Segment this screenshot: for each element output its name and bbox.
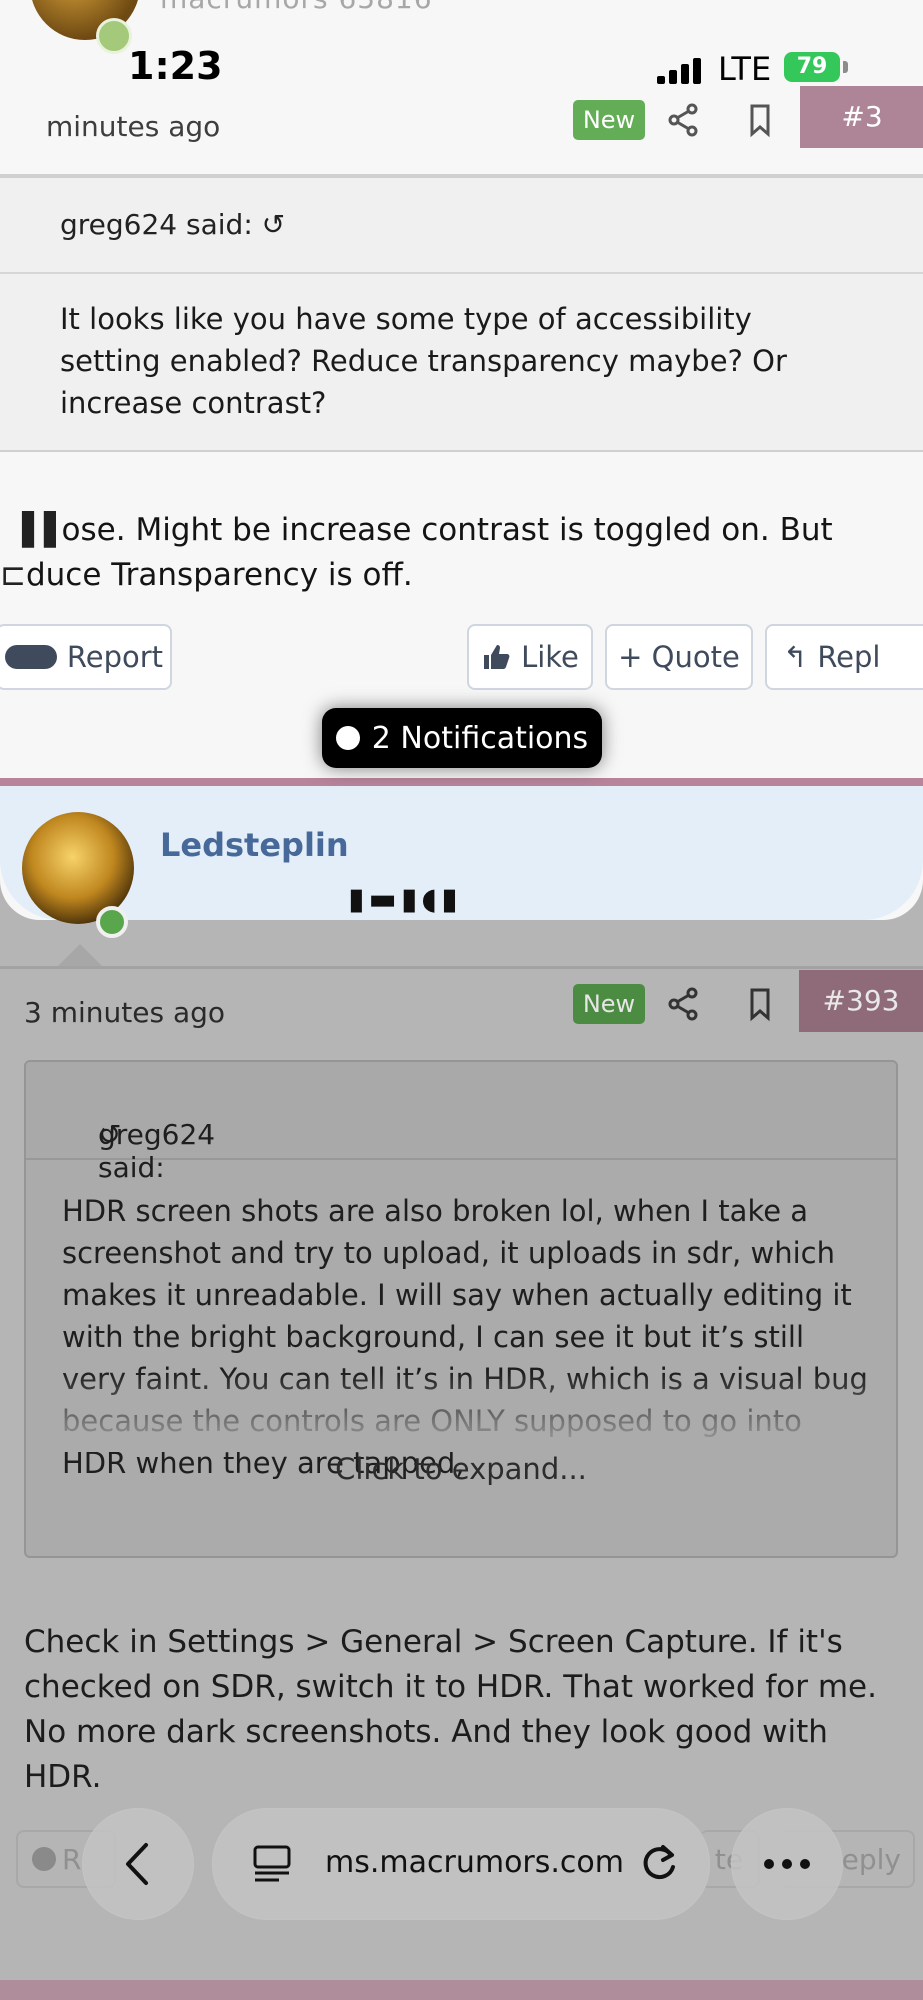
post-body-line2: duce Transparency is off. <box>25 557 413 593</box>
expand-quote-link[interactable]: Click to expand... <box>26 1452 896 1486</box>
battery-icon: 79 <box>784 52 840 82</box>
status-bar: 1:23 LTE 79 <box>0 0 923 88</box>
status-time: 1:23 <box>128 44 223 88</box>
glitched-overlay-region: macrumors 65816 1:23 LTE 79 minutes ago … <box>0 0 923 920</box>
share-icon[interactable] <box>664 100 704 140</box>
next-post-bar <box>0 1980 923 2000</box>
like-button[interactable]: Like <box>467 624 593 690</box>
user-title: ▮▬▮◖▮ <box>348 882 462 917</box>
quote-author: greg624 said: <box>60 208 253 241</box>
post-time: 3 minutes ago <box>24 996 226 1029</box>
post-body: Check in Settings > General > Screen Cap… <box>24 1624 877 1795</box>
notifications-pill[interactable]: 2 Notifications <box>322 708 602 768</box>
back-button[interactable] <box>82 1808 194 1920</box>
like-label: Like <box>521 640 579 674</box>
quote-text: It looks like you have some type of acce… <box>60 302 787 420</box>
address-bar[interactable]: ms.macrumors.com <box>212 1808 710 1920</box>
report-icon <box>4 645 57 669</box>
quote-fade <box>26 1372 896 1452</box>
reply-label: Repl <box>817 640 881 674</box>
url-text: ms.macrumors.com <box>325 1845 624 1880</box>
jump-to-quote-icon[interactable]: ↺ <box>98 1118 121 1151</box>
new-badge: New <box>573 100 645 140</box>
network-type: LTE <box>718 50 772 88</box>
post-meta-row: 3 minutes ago New #393 <box>0 970 923 1060</box>
chevron-left-icon <box>126 1843 148 1885</box>
quote-block: greg624 said: ↺ HDR screen shots are als… <box>24 1060 898 1558</box>
post-meta-row: minutes ago New #3 <box>0 86 923 176</box>
reply-label: eply <box>841 1842 901 1876</box>
reply-button[interactable]: ↰ Repl <box>765 624 923 690</box>
battery-level: 79 <box>796 54 828 79</box>
divider <box>0 966 923 969</box>
notification-dot-icon <box>335 726 360 750</box>
warning-icon <box>32 1847 56 1871</box>
share-icon[interactable] <box>664 984 704 1024</box>
report-label: R <box>62 1842 82 1876</box>
new-badge: New <box>573 984 645 1024</box>
battery-nub <box>843 61 848 73</box>
user-card: Ledsteplin ▮▬▮◖▮ <box>0 778 923 920</box>
post-body-line1: ose. Might be increase contrast is toggl… <box>61 512 833 548</box>
post-number[interactable]: #393 <box>799 970 923 1032</box>
report-label: Report <box>66 640 164 674</box>
online-indicator <box>96 906 128 938</box>
bookmark-icon[interactable] <box>740 100 780 140</box>
notifications-label: 2 Notifications <box>371 720 589 756</box>
username[interactable]: Ledsteplin <box>160 826 349 864</box>
ellipsis-icon <box>764 1859 810 1869</box>
reply-icon: ↰ <box>783 640 808 674</box>
quote-block: greg624 said: ↺ It looks like you have s… <box>0 176 923 452</box>
quote-divider <box>0 272 923 274</box>
cellular-signal-icon <box>657 58 703 84</box>
post-time: minutes ago <box>46 110 221 143</box>
quote-header[interactable]: greg624 said: ↺ <box>26 1062 896 1184</box>
user-card-pointer <box>58 944 102 966</box>
quote-button[interactable]: + Quote <box>605 624 753 690</box>
more-button[interactable] <box>731 1808 843 1920</box>
thumbs-up-icon <box>484 645 510 669</box>
page-menu-icon[interactable] <box>251 1843 293 1885</box>
post-body: ▐▐ ose. Might be increase contrast is to… <box>0 512 833 593</box>
bookmark-icon[interactable] <box>740 984 780 1024</box>
jump-to-quote-icon[interactable]: ↺ <box>262 208 285 241</box>
reload-icon[interactable] <box>637 1841 681 1885</box>
quote-header[interactable]: greg624 said: ↺ <box>60 208 285 241</box>
quote-label: + Quote <box>618 640 740 674</box>
report-button[interactable]: Report <box>0 624 172 690</box>
post-number[interactable]: #3 <box>800 86 923 148</box>
